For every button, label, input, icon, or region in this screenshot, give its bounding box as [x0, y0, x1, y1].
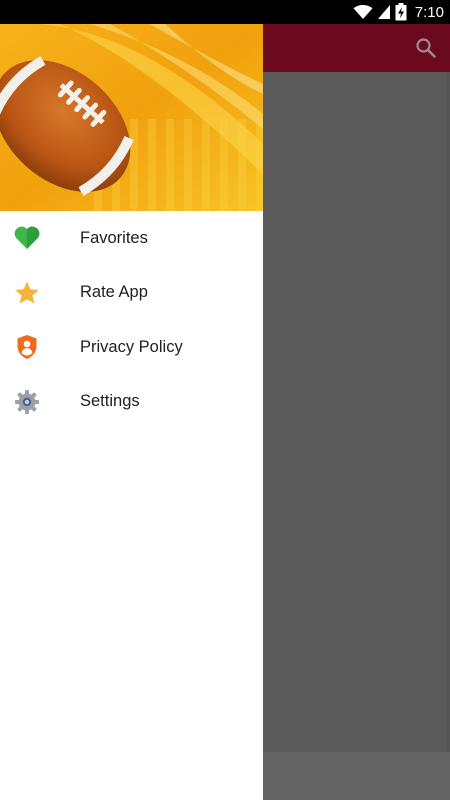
- menu-label-settings: Settings: [80, 392, 140, 411]
- shield-user-icon: [14, 334, 40, 360]
- drawer-header-image: [0, 24, 263, 211]
- menu-label-rate-app: Rate App: [80, 283, 148, 302]
- menu-label-privacy-policy: Privacy Policy: [80, 337, 183, 356]
- status-bar: 7:10: [0, 0, 450, 24]
- menu-item-favorites[interactable]: Favorites: [0, 211, 263, 266]
- wifi-icon: [353, 4, 373, 19]
- signal-icon: [377, 5, 390, 19]
- menu-label-favorites: Favorites: [80, 228, 148, 247]
- drawer-menu: Favorites Rate App Privacy Policy Settin…: [0, 211, 263, 429]
- gear-icon: [14, 389, 40, 415]
- american-football-banner: [0, 24, 263, 211]
- navigation-drawer: Favorites Rate App Privacy Policy Settin…: [0, 24, 263, 800]
- star-icon: [14, 280, 40, 306]
- search-icon[interactable]: [414, 36, 438, 60]
- status-time: 7:10: [414, 3, 444, 21]
- battery-charging-icon: [395, 3, 407, 21]
- scrollbar-edge: [446, 72, 450, 752]
- status-icons: 7:10: [353, 0, 444, 24]
- menu-item-settings[interactable]: Settings: [0, 375, 263, 430]
- menu-item-rate-app[interactable]: Rate App: [0, 266, 263, 321]
- heart-icon: [14, 225, 40, 251]
- menu-item-privacy-policy[interactable]: Privacy Policy: [0, 320, 263, 375]
